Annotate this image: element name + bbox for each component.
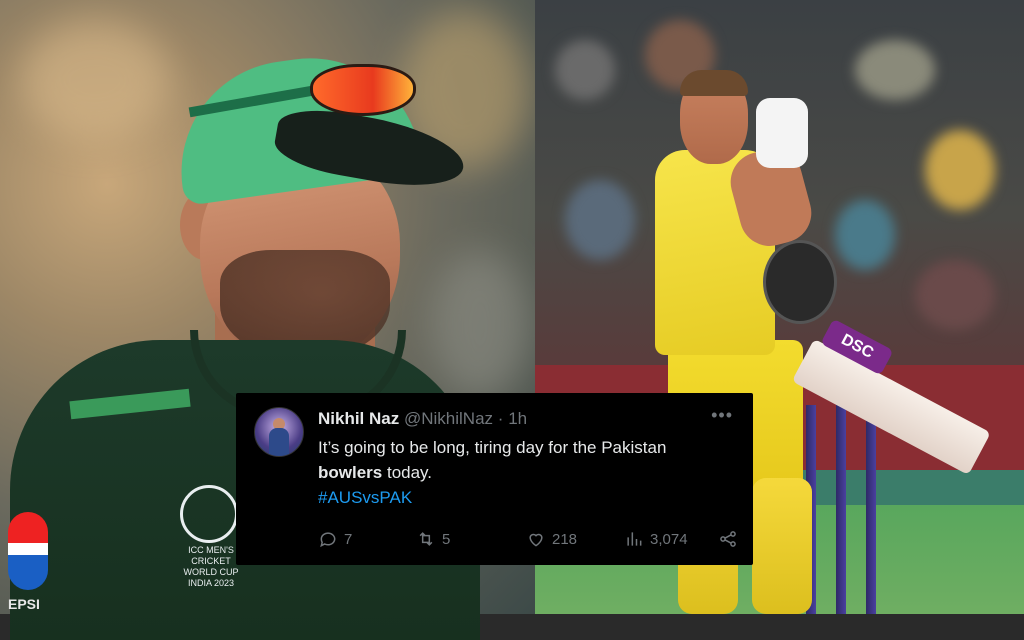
tweet-actions: 7 5 218 3,074: [318, 527, 738, 551]
more-horizontal-icon[interactable]: •••: [711, 405, 733, 426]
background-blur: [430, 250, 530, 400]
stump: [836, 405, 846, 614]
view-count: 3,074: [650, 530, 688, 548]
crowd: [565, 180, 635, 260]
sunglasses: [310, 64, 416, 116]
pepsi-logo: [8, 512, 48, 590]
tweet-text-part1: It’s going to be long, tiring day for th…: [318, 438, 667, 457]
like-count: 218: [552, 530, 578, 548]
world-cup-logo: [180, 485, 238, 543]
reply-icon: [320, 532, 336, 548]
avatar-body: [269, 428, 289, 456]
sponsor-label: EPSI: [8, 596, 40, 612]
separator: ·: [497, 409, 504, 428]
reply-button[interactable]: 7: [318, 529, 416, 549]
retweet-button[interactable]: 5: [416, 529, 526, 549]
share-icon: [720, 531, 736, 547]
crowd: [835, 200, 895, 270]
author-name[interactable]: Nikhil Naz: [318, 409, 399, 428]
views-button[interactable]: 3,074: [624, 529, 718, 549]
bar-chart-icon: [627, 532, 642, 546]
helmet: [763, 240, 837, 324]
share-button[interactable]: [718, 529, 738, 549]
background-blur: [20, 20, 170, 140]
tweet-text-part2: today.: [382, 463, 433, 482]
hashtag-link[interactable]: #AUSvsPAK: [318, 488, 412, 507]
batting-glove: [756, 98, 808, 168]
crowd: [555, 40, 615, 100]
crowd: [855, 40, 935, 100]
timestamp[interactable]: 1h: [508, 409, 527, 428]
reply-count: 7: [344, 530, 353, 548]
batting-pad: [752, 478, 812, 614]
author-handle[interactable]: @NikhilNaz: [404, 409, 493, 428]
retweet-icon: [419, 532, 433, 546]
retweet-count: 5: [442, 530, 451, 548]
heart-icon: [529, 533, 543, 547]
crowd: [925, 130, 995, 210]
tweet-header: Nikhil Naz @NikhilNaz · 1h: [318, 409, 527, 429]
player-hair: [680, 70, 748, 96]
tweet-card[interactable]: Nikhil Naz @NikhilNaz · 1h ••• It’s goin…: [236, 393, 753, 565]
tweet-text-bold: bowlers: [318, 463, 383, 482]
tweet-text: It’s going to be long, tiring day for th…: [318, 435, 728, 510]
crowd: [915, 260, 995, 330]
stump: [866, 405, 876, 614]
like-button[interactable]: 218: [526, 529, 624, 549]
avatar[interactable]: [254, 407, 304, 457]
